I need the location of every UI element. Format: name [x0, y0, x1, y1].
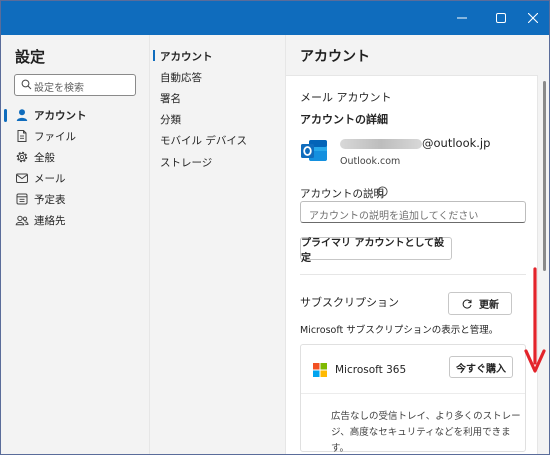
scroll-down-arrow-icon [524, 267, 546, 373]
email-address-redacted [340, 139, 422, 149]
close-button[interactable] [516, 1, 549, 35]
search-placeholder: 設定を検索 [34, 83, 84, 94]
subnav-item-mobile-devices[interactable]: モバイル デバイス [160, 133, 247, 148]
scrollbar[interactable] [539, 75, 549, 454]
subnav-item-storage[interactable]: ストレージ [160, 155, 212, 170]
nav-item-contacts[interactable]: 連絡先 [1, 210, 149, 230]
subnav-item-auto-reply[interactable]: 自動応答 [160, 70, 202, 85]
close-icon [528, 13, 538, 23]
settings-search-input[interactable]: 設定を検索 [14, 74, 136, 96]
microsoft-365-offer: Microsoft 365 今すぐ購入 広告なしの受信トレイ、より多くのストレー… [300, 344, 526, 454]
nav-item-label: 全般 [34, 152, 55, 164]
info-icon[interactable] [377, 186, 388, 197]
section-divider [300, 274, 526, 275]
minimize-icon [457, 17, 467, 19]
nav-item-label: 予定表 [34, 194, 66, 206]
nav-item-label: 連絡先 [34, 215, 66, 227]
refresh-button[interactable]: 更新 [448, 292, 512, 315]
person-icon [16, 109, 28, 121]
nav-item-label: メール [34, 173, 66, 185]
page-title: アカウント [300, 49, 370, 65]
microsoft-logo-icon [313, 363, 327, 377]
refresh-button-label: 更新 [479, 300, 499, 311]
people-icon [15, 215, 29, 226]
product-name: Microsoft 365 [335, 364, 407, 376]
file-icon [17, 130, 27, 142]
subscription-heading: サブスクリプション [300, 296, 399, 309]
mail-account-heading: メール アカウント [300, 91, 392, 104]
buy-now-button[interactable]: 今すぐ購入 [449, 356, 513, 378]
nav-item-account[interactable]: アカウント [1, 105, 149, 125]
title-bar [1, 1, 549, 35]
maximize-icon [496, 13, 506, 23]
subnav-item-account[interactable]: アカウント [160, 49, 213, 64]
settings-title: 設定 [15, 48, 46, 66]
description-input[interactable]: アカウントの説明を追加してください [300, 201, 526, 223]
set-primary-account-button[interactable]: プライマリ アカウントとして設定 [300, 237, 452, 264]
scrollbar-thumb[interactable] [543, 81, 546, 271]
account-detail-pane: アカウント メール アカウント アカウントの詳細 @outlook.jp Out… [285, 35, 549, 454]
account-subnav-pane: アカウント 自動応答 署名 分類 モバイル デバイス ストレージ [149, 35, 285, 454]
maximize-button[interactable] [484, 1, 518, 35]
nav-item-label: ファイル [34, 131, 76, 143]
minimize-button[interactable] [445, 1, 479, 35]
subscription-description: Microsoft サブスクリプションの表示と管理。 [300, 325, 499, 336]
nav-item-file[interactable]: ファイル [1, 126, 149, 146]
product-description: 広告なしの受信トレイ、より多くのストレージ、高度なセキュリティなどを利用できます… [331, 411, 521, 454]
account-details-heading: アカウントの詳細 [300, 113, 388, 126]
outlook-icon [301, 140, 327, 161]
description-label: アカウントの説明 [300, 188, 384, 200]
nav-item-general[interactable]: 全般 [1, 147, 149, 167]
email-provider: Outlook.com [340, 156, 401, 167]
offer-divider [301, 393, 525, 394]
settings-window: 設定 設定を検索 アカウント ファイル 全般 メール 予定表 連絡先 アカウント… [0, 0, 550, 455]
active-indicator [153, 50, 155, 61]
refresh-icon [462, 299, 472, 309]
account-card: メール アカウント アカウントの詳細 @outlook.jp Outlook.c… [286, 75, 538, 454]
gear-icon [16, 151, 28, 163]
email-domain: @outlook.jp [422, 136, 491, 150]
subnav-item-signature[interactable]: 署名 [160, 91, 181, 106]
mail-icon [16, 173, 28, 183]
subnav-item-categories[interactable]: 分類 [160, 112, 181, 127]
active-indicator [4, 109, 7, 122]
description-placeholder: アカウントの説明を追加してください [309, 211, 479, 222]
settings-nav-pane: 設定 設定を検索 アカウント ファイル 全般 メール 予定表 連絡先 [1, 35, 149, 454]
search-icon [21, 79, 32, 90]
nav-item-calendar[interactable]: 予定表 [1, 189, 149, 209]
calendar-icon [16, 193, 28, 205]
nav-item-label: アカウント [34, 110, 87, 122]
nav-item-mail[interactable]: メール [1, 168, 149, 188]
